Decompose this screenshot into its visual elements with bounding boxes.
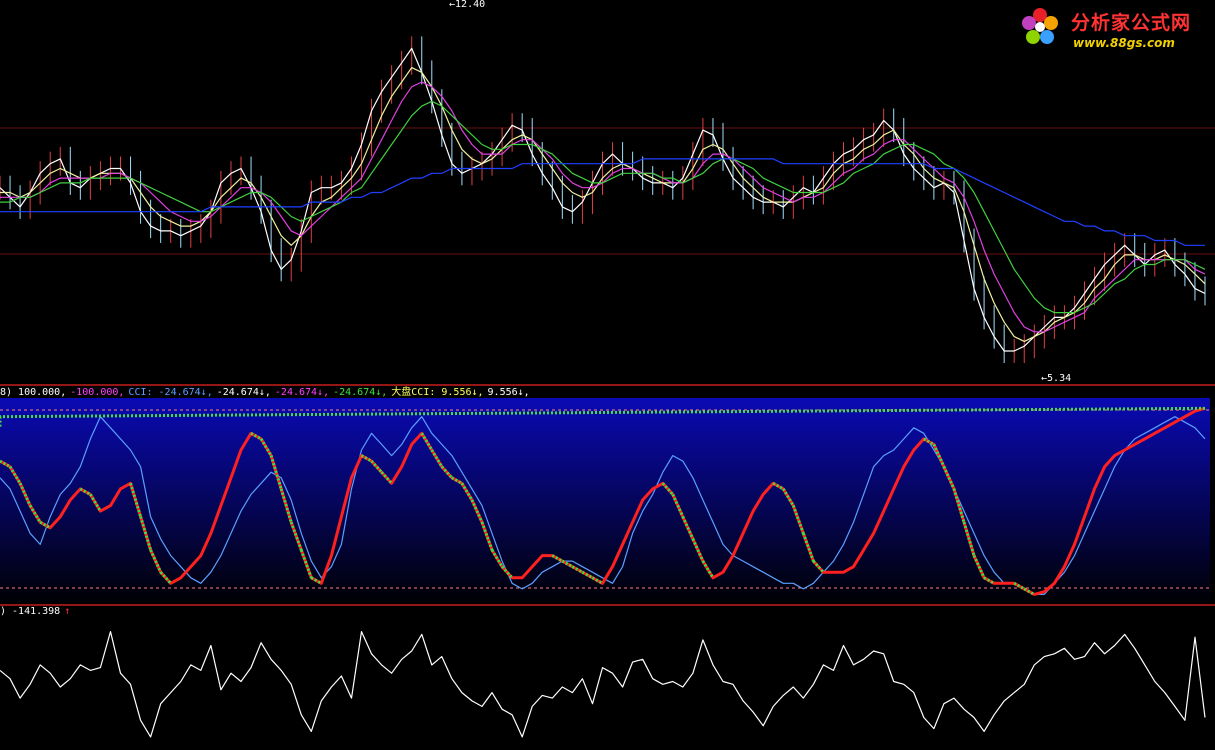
legend-item: -24.674↓, bbox=[333, 387, 388, 398]
logo-flower-icon bbox=[1022, 8, 1058, 44]
price-high-value: 12.40 bbox=[455, 0, 486, 10]
logo-url[interactable]: www.88gs.com bbox=[1073, 36, 1175, 50]
legend-item: 大盘CCI: 9.556↓, bbox=[391, 387, 484, 398]
price-series-line bbox=[0, 100, 1206, 314]
price-low-label: ←5.34 bbox=[1041, 373, 1072, 384]
cci-legend: 8) 100.000, -100.000, CCI: -24.674↓, -24.67… bbox=[0, 387, 534, 399]
oscillator-series-line bbox=[0, 631, 1206, 738]
legend-item: ↑ bbox=[64, 606, 71, 617]
moving-average-lines bbox=[0, 47, 1206, 352]
logo-title[interactable]: 分析家公式网 bbox=[1071, 8, 1191, 35]
oscillator-lines bbox=[0, 631, 1206, 738]
oscillator-panel bbox=[0, 631, 1206, 738]
price-candles bbox=[0, 36, 1206, 363]
price-high-label: ←12.40 bbox=[449, 0, 486, 10]
chart-canvas bbox=[0, 8, 1215, 738]
legend-item: -24.674↓, bbox=[274, 387, 330, 398]
legend-item: CCI: -24.674↓, bbox=[128, 387, 213, 398]
legend-item: 9.556↓, bbox=[487, 387, 530, 398]
legend-item: -100.000, bbox=[70, 387, 125, 398]
cci-panel bbox=[0, 398, 1210, 608]
price-series-line bbox=[0, 67, 1206, 342]
legend-item: 8) 100.000, bbox=[0, 387, 67, 398]
price-series-line bbox=[0, 47, 1206, 352]
oscillator-legend: ) -141.398 ↑ bbox=[0, 606, 74, 618]
legend-item: ) -141.398 bbox=[0, 606, 61, 617]
price-panel bbox=[0, 36, 1215, 363]
legend-item: -24.674↓, bbox=[216, 387, 271, 398]
price-low-value: 5.34 bbox=[1047, 373, 1072, 384]
price-series-line bbox=[0, 81, 1206, 333]
